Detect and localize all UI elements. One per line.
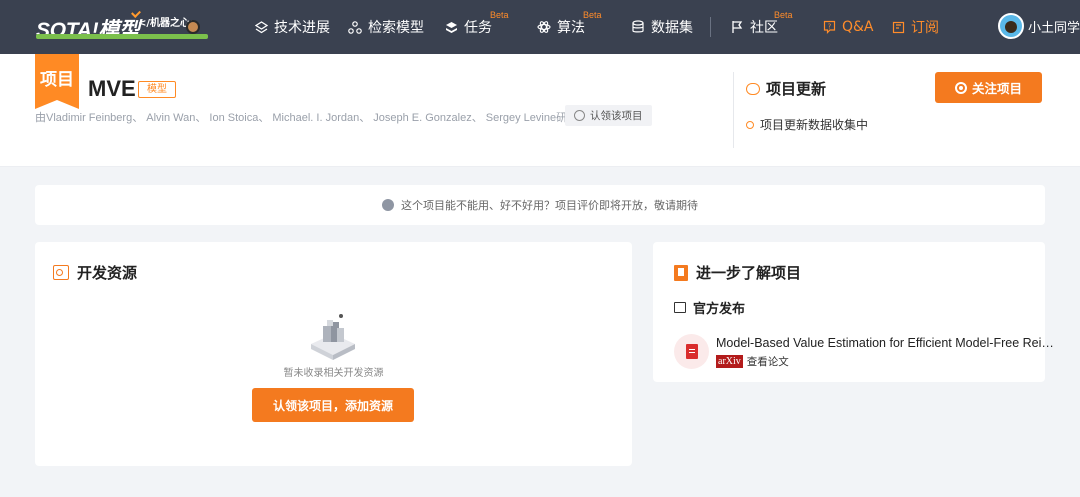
user-icon: [574, 110, 585, 121]
atom-icon: [537, 20, 551, 34]
nav-label: Q&A: [842, 19, 874, 35]
nav-datasets[interactable]: 数据集: [631, 0, 693, 54]
logo-text: SOTA!模型: [36, 19, 140, 42]
book-icon: [674, 264, 688, 281]
type-badge: 模型: [138, 81, 176, 98]
subtitle: 官方发布: [693, 302, 746, 317]
stack-icon: [444, 20, 458, 34]
update-title: 项目更新: [766, 80, 827, 98]
nodes-icon: [348, 20, 362, 34]
circle-bullet-icon: [746, 120, 754, 129]
empty-box-icon: [307, 312, 359, 362]
database-icon: [631, 20, 645, 34]
layers-icon: [254, 20, 268, 34]
nav-label: 任务: [464, 20, 492, 36]
user-menu[interactable]: 小土同学: [998, 13, 1080, 39]
notice-text: 这个项目能不能用、好不好用？项目评价即将开放，敬请期待: [401, 199, 698, 212]
beta-badge: Beta: [490, 10, 509, 20]
update-text: 项目更新数据收集中: [760, 118, 869, 132]
question-icon: ?: [822, 20, 836, 34]
paper-meta: arXiv 查看论文: [716, 354, 789, 369]
nav-community[interactable]: 社区: [730, 0, 778, 54]
nav-search-models[interactable]: 检索模型: [348, 0, 424, 54]
empty-state-text: 暂未收录相关开发资源: [283, 368, 384, 379]
smiley-icon: [382, 199, 394, 211]
nav-algorithms[interactable]: 算法: [537, 0, 585, 54]
card-title: 进一步了解项目: [696, 264, 802, 282]
dev-resources-card: 开发资源 暂未收录相关开发资源 认领该项目，添加资源: [35, 242, 632, 466]
rating-notice: 这个项目能不能用、好不好用？项目评价即将开放，敬请期待: [35, 185, 1045, 225]
claim-project-button[interactable]: 认领该项目: [565, 105, 652, 126]
claim-label: 认领该项目: [590, 110, 643, 122]
arxiv-logo: arXiv: [716, 355, 743, 368]
nav-qa[interactable]: ? Q&A: [822, 0, 874, 54]
dev-resources-heading: 开发资源: [53, 262, 137, 283]
learn-more-heading: 进一步了解项目: [674, 262, 801, 283]
author-list: 由Vladimir Feinberg、 Alvin Wan、 Ion Stoic…: [35, 112, 579, 124]
paper-link[interactable]: Model-Based Value Estimation for Efficie…: [674, 334, 1054, 370]
update-item: 项目更新数据收集中: [746, 116, 868, 133]
divider: [733, 72, 734, 148]
flag-icon: [730, 20, 744, 34]
logo[interactable]: SOTA!模型 </机器之心>: [36, 8, 211, 42]
beta-badge: Beta: [583, 10, 602, 20]
bookmark-icon: [891, 20, 905, 34]
nav-label: 社区: [750, 20, 778, 36]
nav-label: 检索模型: [368, 20, 424, 36]
logo-mascot-icon: [186, 20, 200, 34]
nav-label: 算法: [557, 20, 585, 36]
learn-more-card: 进一步了解项目 官方发布 Model-Based Value Estimatio…: [653, 242, 1054, 382]
page-title: MVE: [88, 76, 136, 101]
follow-label: 关注项目: [971, 81, 1022, 96]
view-paper-link[interactable]: 查看论文: [747, 354, 789, 369]
beta-badge: Beta: [774, 10, 793, 20]
svg-text:?: ?: [827, 23, 831, 31]
nav-label: 数据集: [651, 20, 693, 36]
nav-divider: [710, 17, 711, 37]
nav-tasks[interactable]: 任务: [444, 0, 492, 54]
logo-grass: [36, 34, 208, 39]
top-nav: SOTA!模型 </机器之心> 技术进展 检索模型 任务 Beta 算法 Bet…: [0, 0, 1080, 54]
paper-icon: [674, 334, 709, 369]
project-ribbon: 项目: [35, 54, 79, 109]
update-heading: 项目更新: [746, 78, 826, 99]
project-header: 项目 MVE 模型 由Vladimir Feinberg、 Alvin Wan、…: [0, 54, 1080, 167]
avatar: [998, 13, 1024, 39]
follow-project-button[interactable]: 关注项目: [935, 72, 1042, 103]
nav-subscribe[interactable]: 订阅: [891, 0, 939, 54]
nav-label: 技术进展: [274, 20, 330, 36]
code-resource-icon: [53, 265, 69, 280]
chat-bubble-icon: [746, 82, 760, 95]
nav-label: 订阅: [911, 20, 939, 36]
paper-title[interactable]: Model-Based Value Estimation for Efficie…: [716, 336, 1054, 350]
target-icon: [954, 81, 967, 94]
card-title: 开发资源: [77, 264, 138, 282]
monitor-icon: [674, 302, 686, 313]
claim-add-resource-button[interactable]: 认领该项目，添加资源: [252, 388, 414, 422]
official-release-heading: 官方发布: [674, 298, 745, 317]
nav-tech-progress[interactable]: 技术进展: [254, 0, 330, 54]
user-name: 小土同学: [1028, 20, 1080, 36]
